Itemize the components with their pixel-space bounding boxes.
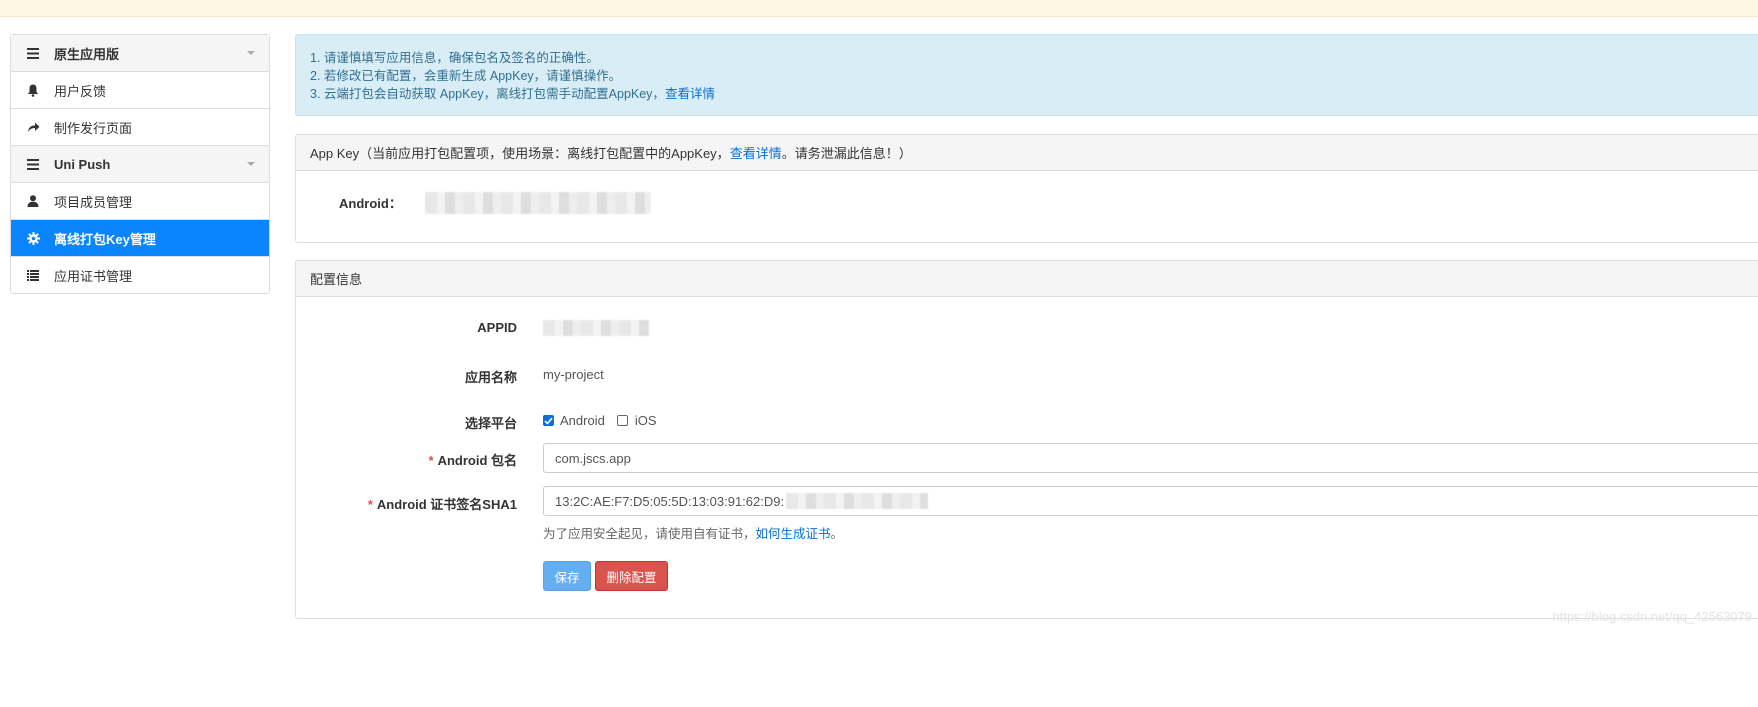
sidebar-item-label: Uni Push [54, 156, 111, 172]
sha1-value: 13:2C:AE:F7:D5:05:5D:13:03:91:62:D9: [555, 493, 785, 509]
list-icon [23, 269, 43, 281]
sidebar-item-certificates[interactable]: 应用证书管理 [11, 257, 269, 293]
required-mark: * [367, 497, 373, 512]
appkey-panel: App Key（当前应用打包配置项，使用场景：离线打包配置中的AppKey， 查看… [295, 134, 1758, 243]
sidebar-item-label: 制作发行页面 [54, 120, 133, 136]
package-label-text: Android 包名 [437, 453, 517, 468]
sha1-label: * Android 证书签名SHA1 [296, 494, 517, 513]
how-to-generate-certificate-link[interactable]: 如何生成证书 [756, 527, 831, 541]
hint-text: 为了应用安全起见，请使用自有证书， [543, 527, 756, 541]
alert-line-3-text: 3. 云端打包会自动获取 AppKey，离线打包需手动配置AppKey， [310, 87, 665, 101]
ios-checkbox[interactable] [616, 415, 628, 426]
config-panel: 配置信息 APPID 应用名称 my-project 选择平台 Android … [295, 260, 1758, 619]
package-name-input[interactable]: com.jscs.app [543, 443, 1758, 473]
appkey-heading-suffix: 。请务泄漏此信息！） [781, 146, 912, 161]
alert-line-1: 1. 请谨慎填写应用信息，确保包名及签名的正确性。 [310, 51, 599, 65]
chevron-down-icon [247, 162, 255, 166]
sidebar-item-label: 应用证书管理 [54, 268, 133, 284]
redacted-appkey [425, 192, 651, 214]
redacted-appid [543, 320, 649, 336]
user-icon [23, 195, 43, 207]
app-name-label: 应用名称 [464, 370, 517, 385]
sha1-input[interactable]: 13:2C:AE:F7:D5:05:5D:13:03:91:62:D9: [543, 486, 1758, 516]
platform-options: Android iOS [543, 413, 656, 428]
sidebar-item-release-page[interactable]: 制作发行页面 [11, 109, 269, 146]
app-name-value: my-project [543, 367, 604, 382]
sidebar-item-label: 用户反馈 [54, 83, 107, 99]
delete-config-button[interactable]: 删除配置 [595, 561, 668, 591]
sha1-label-text: Android 证书签名SHA1 [376, 497, 517, 512]
save-button[interactable]: 保存 [543, 561, 591, 591]
watermark-text: https://blog.csdn.net/qq_42563079 [1552, 609, 1753, 624]
info-alert: 1. 请谨慎填写应用信息，确保包名及签名的正确性。 2. 若修改已有配置，会重新… [295, 34, 1758, 116]
package-label: * Android 包名 [296, 450, 518, 469]
menu-icon [23, 158, 43, 170]
appkey-heading-prefix: App Key（当前应用打包配置项，使用场景：离线打包配置中的AppKey， [310, 146, 730, 161]
certificate-hint: 为了应用安全起见，请使用自有证书，如何生成证书。 [543, 523, 843, 542]
appkey-panel-heading: App Key（当前应用打包配置项，使用场景：离线打包配置中的AppKey， 查看… [296, 135, 1758, 171]
share-icon [23, 121, 43, 133]
sidebar-item-label: 项目成员管理 [54, 194, 133, 210]
chevron-down-icon [247, 51, 255, 55]
appkey-details-link[interactable]: 查看详情 [730, 143, 782, 162]
sidebar-item-label: 原生应用版 [54, 46, 120, 62]
sidebar-item-native-app[interactable]: 原生应用版 [11, 35, 269, 72]
menu-icon [23, 47, 43, 59]
required-mark: * [428, 453, 434, 468]
sidebar-item-feedback[interactable]: 用户反馈 [11, 72, 269, 109]
sidebar-item-members[interactable]: 项目成员管理 [11, 183, 269, 220]
sidebar-item-uni-push[interactable]: Uni Push [11, 146, 269, 183]
ios-option-label[interactable]: iOS [635, 413, 657, 428]
config-panel-heading: 配置信息 [296, 261, 1758, 297]
hint-end: 。 [830, 527, 844, 541]
android-option-label[interactable]: Android [560, 413, 605, 428]
bell-icon [23, 84, 43, 97]
gear-icon [23, 231, 43, 245]
android-checkbox[interactable] [543, 415, 554, 426]
top-notice-bar [0, 0, 1758, 17]
sidebar: 原生应用版 用户反馈 制作发行页面 Uni Push 项目成员管理 离线打包Ke… [10, 34, 270, 294]
sidebar-item-label: 离线打包Key管理 [54, 231, 156, 247]
platform-label: 选择平台 [464, 416, 517, 431]
alert-line-2: 2. 若修改已有配置，会重新生成 AppKey，请谨慎操作。 [310, 69, 622, 83]
sidebar-item-offline-key[interactable]: 离线打包Key管理 [11, 220, 269, 257]
appid-label: APPID [477, 320, 517, 335]
view-details-link[interactable]: 查看详情 [665, 87, 715, 101]
redacted-sha1 [786, 493, 929, 509]
alert-line-3: 3. 云端打包会自动获取 AppKey，离线打包需手动配置AppKey，查看详情 [310, 85, 1744, 103]
android-appkey-label: Android： [339, 196, 402, 211]
